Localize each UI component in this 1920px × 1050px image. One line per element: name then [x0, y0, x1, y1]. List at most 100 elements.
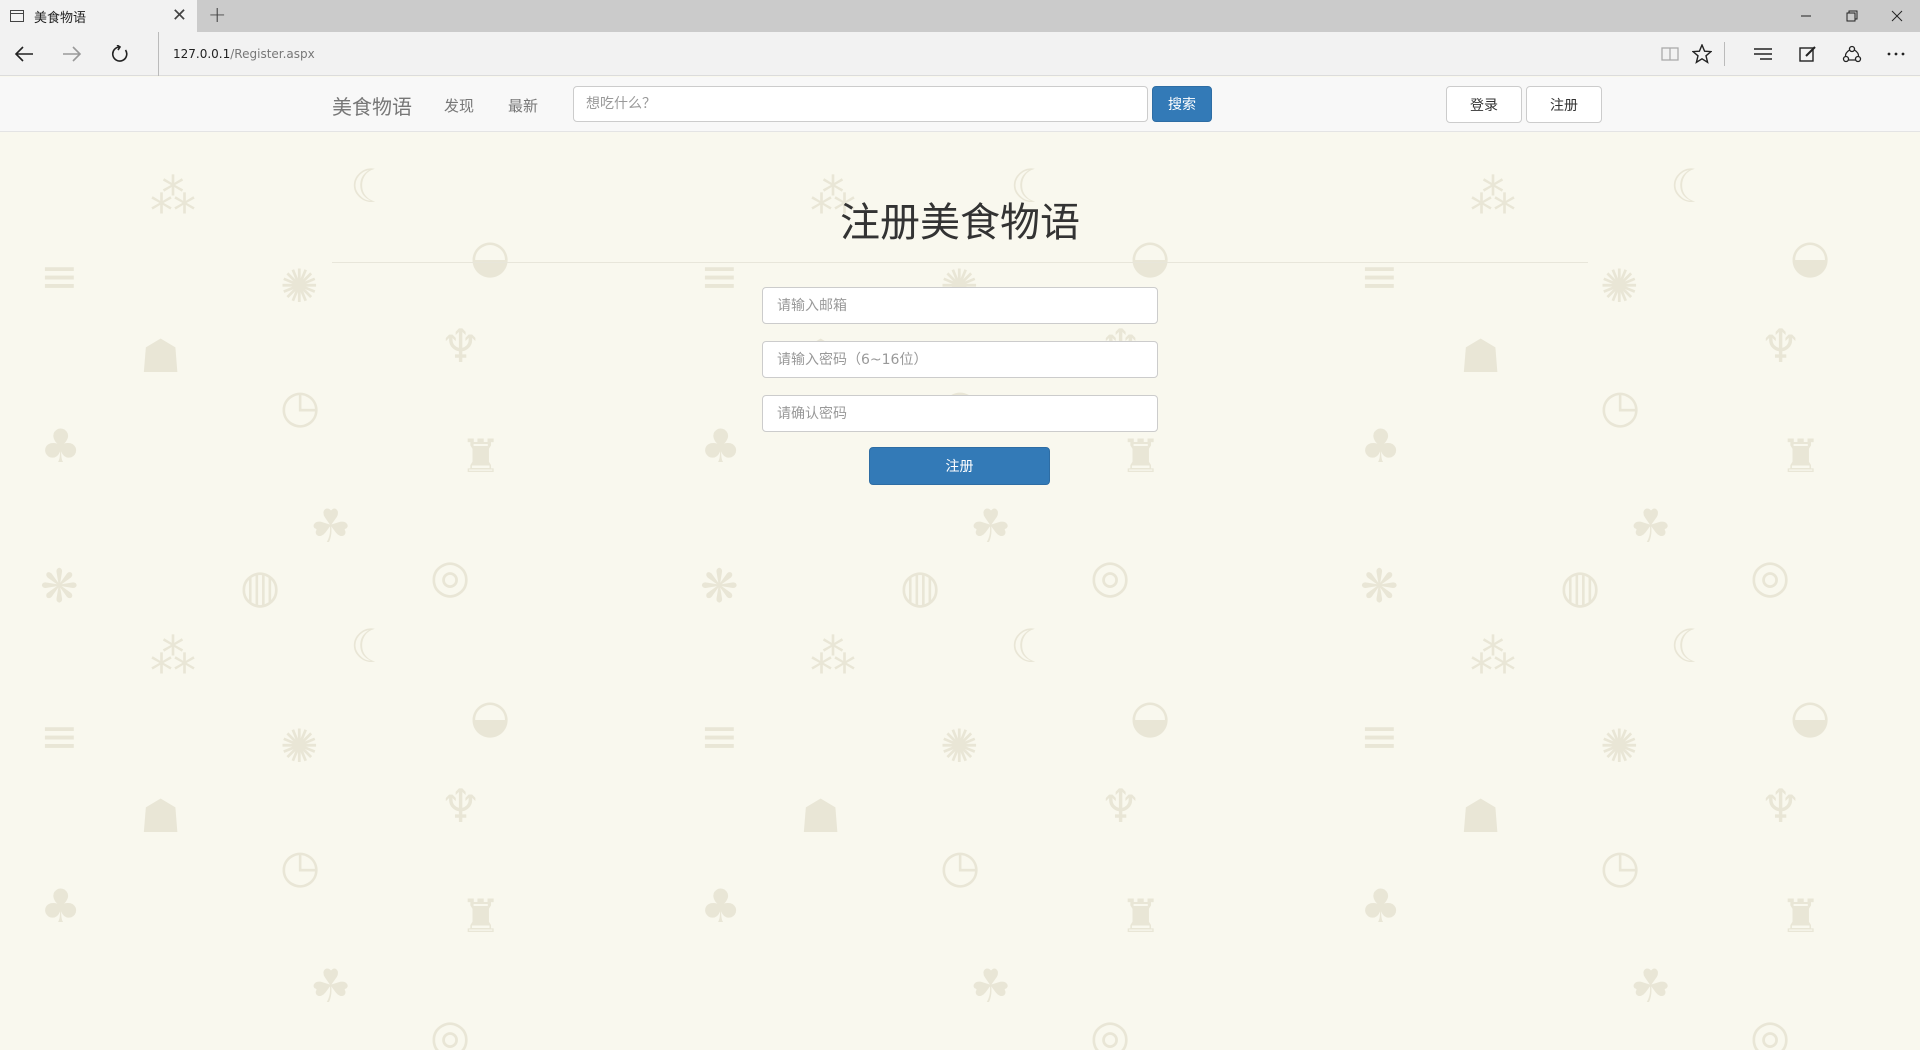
title-divider [332, 262, 1588, 263]
browser-address-bar: 127.0.0.1/Register.aspx [0, 32, 1920, 76]
browser-tab-bar: 美食物语 ✕ + [0, 0, 1920, 32]
email-field[interactable] [762, 287, 1158, 324]
food-pattern-background: ☾ ⁂ ◒ ≡ ✺ ☗ ♆ ◷ ♣ ♜ ☘ ❋ ◍ ◎ ☾ ⁂ ◒ ≡ ✺ ☗ ♆ ◷ ♣ ♜ ☘ ◎ ☾ ⁂ ◒ ≡ ✺ ☗ ♆ ◷ ♣ ♜ ☘ ❋ ◍ ◎… [0, 133, 1920, 1050]
orange-slice-icon: ✺ [280, 259, 319, 313]
address-field[interactable]: 127.0.0.1/Register.aspx [158, 32, 315, 76]
broccoli-icon: ☘ [970, 959, 1012, 1013]
asparagus-icon: ≡ [1360, 249, 1399, 303]
roast-chicken-icon: ☗ [800, 789, 842, 843]
asparagus-icon: ≡ [700, 709, 739, 763]
close-tab-icon[interactable]: ✕ [172, 6, 187, 26]
nav-link-discover[interactable]: 发现 [444, 95, 474, 116]
grill-icon: ♜ [1120, 429, 1162, 483]
cherry-icon: ♣ [700, 419, 742, 473]
search-button[interactable]: 搜索 [1152, 86, 1212, 122]
asparagus-icon: ≡ [1360, 709, 1399, 763]
cherry-icon: ♣ [40, 419, 82, 473]
cocktail-icon: ♆ [1760, 779, 1802, 833]
donut-icon: ◎ [430, 1009, 471, 1050]
banana-icon: ☾ [1670, 619, 1712, 673]
donut-icon: ◎ [1750, 1009, 1791, 1050]
roast-chicken-icon: ☗ [1460, 329, 1502, 383]
clock-icon: ◷ [1600, 839, 1641, 893]
page-icon [10, 10, 24, 22]
asparagus-icon: ≡ [700, 249, 739, 303]
asparagus-icon: ≡ [40, 249, 79, 303]
login-button[interactable]: 登录 [1446, 86, 1522, 123]
banana-icon: ☾ [350, 619, 392, 673]
broccoli-icon: ☘ [310, 499, 352, 553]
nav-link-latest[interactable]: 最新 [508, 95, 538, 116]
reading-view-icon[interactable] [1652, 32, 1688, 76]
pineapple-icon: ❋ [40, 559, 79, 613]
clock-icon: ◷ [940, 839, 981, 893]
cocktail-icon: ♆ [1100, 779, 1142, 833]
url-path: /Register.aspx [230, 47, 315, 61]
web-note-icon[interactable] [1790, 32, 1826, 76]
url-host: 127.0.0.1 [173, 47, 231, 61]
back-icon[interactable] [4, 32, 44, 76]
watermelon-icon: ◍ [1560, 559, 1601, 613]
register-submit-button[interactable]: 注册 [869, 447, 1050, 485]
broccoli-icon: ☘ [970, 499, 1012, 553]
cherry-icon: ♣ [40, 879, 82, 933]
grapes-icon: ⁂ [810, 629, 856, 683]
toolbar-divider [1724, 42, 1725, 66]
refresh-icon[interactable] [100, 32, 140, 76]
orange-slice-icon: ✺ [1600, 719, 1639, 773]
broccoli-icon: ☘ [1630, 959, 1672, 1013]
watermelon-icon: ◍ [240, 559, 281, 613]
cocktail-icon: ♆ [1760, 319, 1802, 373]
grapes-icon: ⁂ [1470, 629, 1516, 683]
site-navbar: 美食物语 发现 最新 搜索 登录 注册 [0, 77, 1920, 132]
cherry-icon: ♣ [1360, 879, 1402, 933]
watermelon-icon: ◍ [900, 559, 941, 613]
confirm-password-field[interactable] [762, 395, 1158, 432]
grapes-icon: ⁂ [150, 629, 196, 683]
minimize-icon[interactable] [1783, 0, 1829, 32]
banana-icon: ☾ [1010, 619, 1052, 673]
site-brand[interactable]: 美食物语 [332, 91, 412, 120]
forward-icon[interactable] [52, 32, 92, 76]
cocktail-icon: ♆ [440, 779, 482, 833]
grill-icon: ♜ [1780, 429, 1822, 483]
cherry-icon: ♣ [1360, 419, 1402, 473]
clock-icon: ◷ [280, 839, 321, 893]
broccoli-icon: ☘ [1630, 499, 1672, 553]
donut-icon: ◎ [1090, 549, 1131, 603]
steak-icon: ◒ [1130, 689, 1171, 743]
orange-slice-icon: ✺ [280, 719, 319, 773]
close-window-icon[interactable] [1874, 0, 1920, 32]
clock-icon: ◷ [280, 379, 321, 433]
hub-icon[interactable] [1745, 32, 1781, 76]
roast-chicken-icon: ☗ [140, 789, 182, 843]
favorite-star-icon[interactable] [1684, 32, 1720, 76]
grill-icon: ♜ [460, 889, 502, 943]
password-field[interactable] [762, 341, 1158, 378]
share-icon[interactable] [1834, 32, 1870, 76]
asparagus-icon: ≡ [40, 709, 79, 763]
orange-slice-icon: ✺ [940, 719, 979, 773]
register-nav-button[interactable]: 注册 [1526, 86, 1602, 123]
orange-slice-icon: ✺ [1600, 259, 1639, 313]
cherry-icon: ♣ [700, 879, 742, 933]
search-input[interactable] [573, 86, 1148, 122]
more-icon[interactable] [1878, 32, 1914, 76]
donut-icon: ◎ [1750, 549, 1791, 603]
donut-icon: ◎ [1090, 1009, 1131, 1050]
broccoli-icon: ☘ [310, 959, 352, 1013]
clock-icon: ◷ [1600, 379, 1641, 433]
new-tab-button[interactable]: + [208, 3, 226, 29]
roast-chicken-icon: ☗ [140, 329, 182, 383]
page-title: 注册美食物语 [840, 200, 1080, 246]
roast-chicken-icon: ☗ [1460, 789, 1502, 843]
pineapple-icon: ❋ [1360, 559, 1399, 613]
grill-icon: ♜ [1120, 889, 1162, 943]
steak-icon: ◒ [1790, 689, 1831, 743]
tab-title: 美食物语 [34, 10, 87, 26]
cocktail-icon: ♆ [440, 319, 482, 373]
donut-icon: ◎ [430, 549, 471, 603]
pineapple-icon: ❋ [700, 559, 739, 613]
browser-tab[interactable]: 美食物语 ✕ [0, 0, 197, 32]
restore-icon[interactable] [1829, 0, 1875, 32]
